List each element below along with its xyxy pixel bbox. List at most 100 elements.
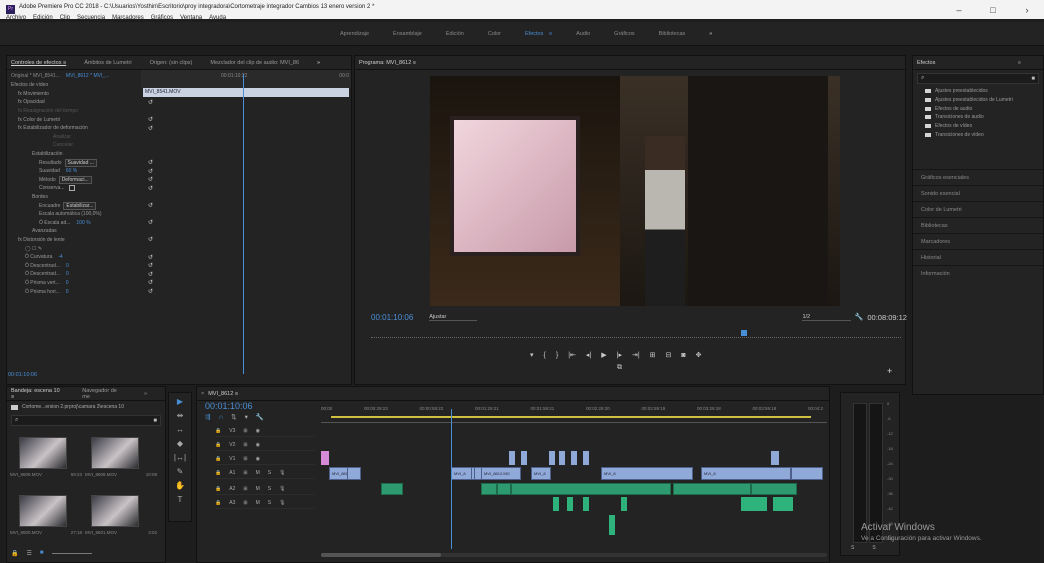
section-essential-sound[interactable]: Sonido esencial <box>913 185 1043 201</box>
audio-clip[interactable] <box>751 483 797 495</box>
reset-parameter-icon[interactable]: ↺ <box>148 219 153 226</box>
effect-control-row[interactable]: Ö Escala ad... 100 % ↺ <box>7 219 351 228</box>
button-editor-icon[interactable]: ✥ <box>696 351 702 359</box>
reset-parameter-icon[interactable]: ↺ <box>148 288 153 295</box>
audio-clip[interactable] <box>553 497 559 511</box>
audio-clip[interactable] <box>497 483 511 495</box>
track-lock-icon[interactable]: 🔒 <box>215 470 221 476</box>
effect-control-row[interactable]: Encuadre Estabilizar... ↺ <box>7 201 351 210</box>
reset-parameter-icon[interactable]: ↺ <box>148 185 153 192</box>
menu-graficos[interactable]: Gráficos <box>151 15 173 21</box>
tab-program[interactable]: Programa: MVI_8612 ≡ <box>359 60 416 66</box>
menu-edicion[interactable]: Edición <box>33 15 53 21</box>
reset-parameter-icon[interactable]: ↺ <box>148 176 153 183</box>
track-sync-icon[interactable]: ⊞ <box>243 456 247 462</box>
eye-icon[interactable]: ◉ <box>256 428 260 434</box>
audio-clip[interactable] <box>511 483 671 495</box>
workspace-aprendizaje[interactable]: Aprendizaje <box>340 31 369 37</box>
reset-parameter-icon[interactable]: ↺ <box>148 116 153 123</box>
list-view-icon[interactable]: ☰ <box>26 550 31 557</box>
mute-button[interactable]: M <box>256 500 260 506</box>
video-clip[interactable]: MVI_8612.MO <box>481 467 521 480</box>
effect-control-row[interactable]: fx Reasignación del tiempo <box>7 107 351 116</box>
title-clip[interactable] <box>559 451 565 465</box>
new-bin-icon[interactable]: ■ <box>1031 76 1035 82</box>
quality-dropdown[interactable]: 1/2 <box>802 314 851 321</box>
linked-selection-icon[interactable]: ⇅ <box>231 413 236 421</box>
step-forward-icon[interactable]: |▸ <box>617 351 622 359</box>
effect-control-value[interactable]: 0 <box>66 280 69 286</box>
track-lock-icon[interactable]: 🔒 <box>215 442 221 448</box>
title-clip[interactable] <box>571 451 577 465</box>
master-clip-label[interactable]: Original * MVI_8541... <box>11 73 60 79</box>
track-select-tool-icon[interactable]: ⇹ <box>169 411 191 425</box>
effects-menu-icon[interactable]: ≡ <box>1018 60 1021 66</box>
track-lock-icon[interactable]: 🔒 <box>215 486 221 492</box>
selection-tool-icon[interactable]: ▶ <box>169 397 191 411</box>
in-point-icon[interactable]: { <box>544 352 546 359</box>
clip-thumbnail[interactable] <box>19 495 67 527</box>
effect-control-row[interactable]: Cancelar <box>7 141 351 150</box>
audio-clip[interactable] <box>741 497 767 511</box>
fit-dropdown[interactable]: Ajustar <box>429 314 478 321</box>
effect-control-row[interactable]: Ö Prisma vert... 0 ↺ <box>7 279 351 288</box>
step-back-icon[interactable]: ◂| <box>586 351 591 359</box>
zoom-slider[interactable] <box>51 552 92 554</box>
effect-control-checkbox[interactable] <box>68 185 75 192</box>
solo-button[interactable]: S <box>268 486 271 492</box>
effect-control-row[interactable]: Estabilización <box>7 150 351 159</box>
reset-parameter-icon[interactable]: ↺ <box>148 168 153 175</box>
ec-playhead[interactable] <box>243 74 244 374</box>
workspace-ensamblaje[interactable]: Ensamblaje <box>393 31 422 37</box>
snap-icon[interactable]: ∩ <box>218 414 223 421</box>
eye-icon[interactable]: ◉ <box>256 456 260 462</box>
video-clip[interactable]: MVI_8 <box>601 467 693 480</box>
audio-clip[interactable] <box>381 483 403 495</box>
timeline-scrollbar[interactable] <box>321 553 827 557</box>
audio-clip[interactable] <box>621 497 627 511</box>
settings-wrench-icon[interactable]: 🔧 <box>855 313 864 321</box>
effect-control-dropdown[interactable]: Suavidad ... <box>64 158 97 167</box>
clip-thumbnail[interactable] <box>91 495 139 527</box>
track-lock-icon[interactable]: 🔒 <box>215 456 221 462</box>
audio-clip[interactable] <box>567 497 573 511</box>
effect-control-row[interactable]: fx Color de Lumetri ↺ <box>7 115 351 124</box>
add-marker-icon[interactable]: ▾ <box>245 413 248 421</box>
reset-parameter-icon[interactable]: ↺ <box>148 236 153 243</box>
effect-control-row[interactable]: fx Distorsión de lente ↺ <box>7 236 351 245</box>
workspace-efectos[interactable]: Efectos ≡ <box>525 31 552 37</box>
effect-control-value[interactable]: 0 <box>66 263 69 269</box>
play-icon[interactable]: ▶ <box>601 351 606 359</box>
overwrite-icon[interactable]: ⊟ <box>666 351 672 359</box>
track-sync-icon[interactable]: ⊞ <box>243 470 247 476</box>
section-lumetri-color[interactable]: Color de Lumetri <box>913 201 1043 217</box>
effect-control-row[interactable]: Ö Descentrad... 0 ↺ <box>7 270 351 279</box>
effects-folder-audio-effects[interactable]: Efectos de audio <box>913 104 1043 113</box>
reset-parameter-icon[interactable]: ↺ <box>148 99 153 106</box>
slip-tool-icon[interactable]: |↔| <box>169 453 191 467</box>
video-clip[interactable] <box>347 467 361 480</box>
effects-folder-ajustes[interactable]: Ajustes preestablecidos <box>913 87 1043 96</box>
video-clip[interactable] <box>791 467 823 480</box>
title-clip[interactable] <box>509 451 515 465</box>
maximize-icon[interactable]: □ <box>976 5 1010 15</box>
track-sync-icon[interactable]: ⊞ <box>243 500 247 506</box>
microphone-icon[interactable]: 🎙 <box>279 486 285 492</box>
effects-folder-lumetri[interactable]: Ajustes preestablecidos de Lumetri <box>913 96 1043 105</box>
effect-control-row[interactable]: Conserva... ↺ <box>7 184 351 193</box>
export-frame-icon[interactable]: ◙ <box>681 352 685 359</box>
mute-button[interactable]: M <box>256 470 260 476</box>
effect-control-row[interactable]: Escala automática (100,0%) <box>7 210 351 219</box>
timeline-playhead[interactable] <box>451 409 452 549</box>
add-button-icon[interactable]: + <box>887 366 892 376</box>
minimize-icon[interactable]: – <box>942 5 976 15</box>
nest-icon[interactable]: ⇶ <box>205 413 210 421</box>
solo-button[interactable]: S <box>268 500 271 506</box>
effect-control-value[interactable]: 0 <box>66 289 69 295</box>
go-to-in-icon[interactable]: |⇤ <box>568 351 576 359</box>
eye-icon[interactable]: ◉ <box>256 442 260 448</box>
scrub-playhead[interactable] <box>741 330 747 336</box>
timeline-settings-icon[interactable]: 🔧 <box>256 413 264 421</box>
effect-control-value[interactable]: 0 <box>66 271 69 277</box>
track-header[interactable]: 🔒 A2 ⊞ M S 🎙 <box>215 483 315 495</box>
